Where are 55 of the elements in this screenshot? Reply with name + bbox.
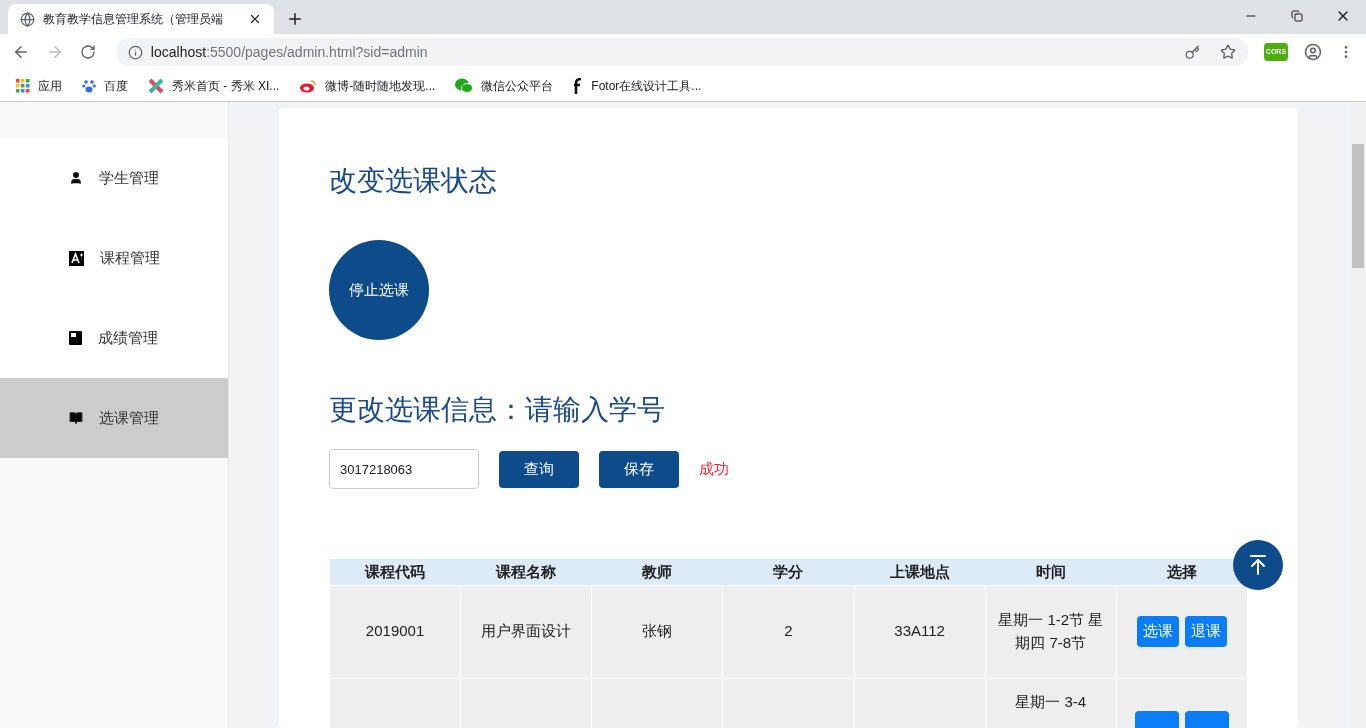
- table-cell: 用户界面设计: [460, 585, 592, 678]
- globe-icon: [20, 11, 35, 27]
- column-header: 学分: [722, 559, 855, 585]
- bookmark-item[interactable]: Fotor在线设计工具...: [573, 76, 702, 95]
- letter-a-icon: [69, 250, 84, 266]
- query-button[interactable]: 查询: [499, 450, 579, 488]
- chat-bubbles-icon: [455, 77, 474, 94]
- tab-title: 教育教学信息管理系统（管理员端: [43, 11, 224, 28]
- bookmark-star-icon[interactable]: [1219, 44, 1236, 60]
- column-header: 上课地点: [854, 559, 986, 585]
- table-cell: 33A112: [854, 585, 986, 678]
- bookmark-item[interactable]: 微信公众平台: [455, 76, 554, 95]
- student-id-field[interactable]: 3017218063: [329, 449, 479, 489]
- table-cell: 张钢: [591, 585, 723, 678]
- back-icon[interactable]: [12, 43, 30, 61]
- row-action-button[interactable]: 退课: [1184, 616, 1227, 647]
- bookmark-item[interactable]: 秀米首页 - 秀米 XI...: [148, 76, 280, 95]
- table-cell: 2019001: [329, 585, 461, 678]
- scrollbar[interactable]: [1350, 102, 1366, 728]
- column-header: 教师: [591, 559, 723, 585]
- f-logo-icon: [573, 77, 584, 94]
- paw-icon: [82, 78, 96, 93]
- sidebar-item[interactable]: 选课管理: [0, 378, 228, 458]
- x-logo-icon: [148, 77, 164, 94]
- book-icon: [69, 331, 82, 345]
- address-bar[interactable]: localhost:5500/pages/admin.html?sid=admin: [115, 38, 1248, 66]
- bookmark-item[interactable]: 微博-随时随地发现...: [299, 76, 436, 95]
- close-tab-icon[interactable]: [248, 12, 262, 26]
- info-icon: [127, 44, 143, 60]
- browser-tab[interactable]: 教育教学信息管理系统（管理员端: [8, 4, 274, 34]
- sidebar-item[interactable]: 学生管理: [0, 138, 228, 218]
- table-cell: 2: [722, 585, 855, 678]
- restore-icon: [1291, 10, 1303, 22]
- reload-icon[interactable]: [79, 44, 96, 60]
- column-header: 课程名称: [460, 559, 592, 585]
- sidebar-item[interactable]: 成绩管理: [0, 298, 228, 378]
- stop-selection-button[interactable]: 停止选课: [329, 240, 429, 340]
- section-title: 更改选课信息：请输入学号: [329, 393, 666, 427]
- new-tab-icon[interactable]: [286, 10, 304, 28]
- person-icon: [69, 171, 83, 185]
- column-header: 时间: [985, 559, 1117, 585]
- section-title: 改变选课状态: [329, 164, 498, 198]
- open-book-icon: [69, 411, 83, 425]
- eye-logo-icon: [299, 78, 318, 93]
- bookmark-item[interactable]: 百度: [82, 76, 128, 95]
- profile-icon[interactable]: [1304, 43, 1323, 61]
- url-text: localhost:5500/pages/admin.html?sid=admin: [150, 42, 429, 62]
- bookmark-item[interactable]: 应用: [16, 76, 62, 95]
- table-cell: 星期一 1-2节 星期四 7-8节: [985, 585, 1117, 678]
- apps-grid-icon: [16, 78, 30, 93]
- sidebar-item[interactable]: 课程管理: [0, 218, 228, 298]
- status-message: 成功: [699, 458, 729, 479]
- save-button[interactable]: 保存: [599, 450, 679, 488]
- column-header: 课程代码: [329, 559, 461, 585]
- row-action-button[interactable]: 选课: [1136, 616, 1179, 647]
